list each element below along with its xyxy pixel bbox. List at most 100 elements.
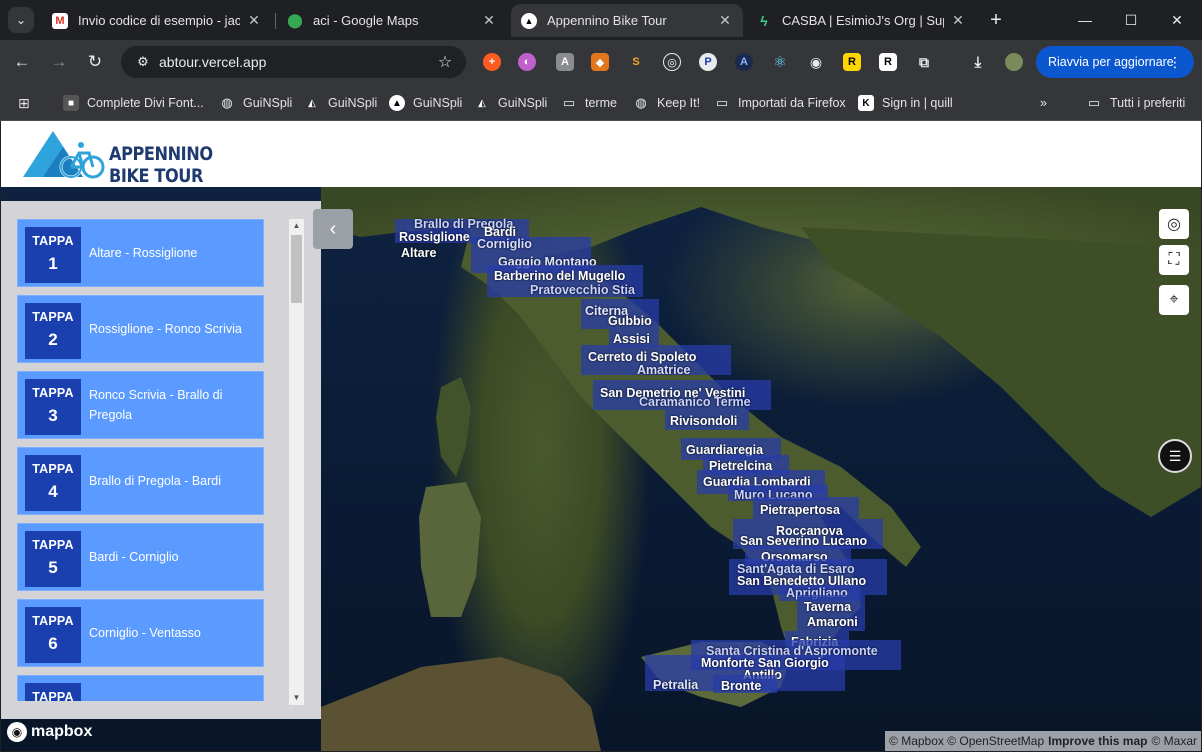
attribution-text[interactable]: © Mapbox © OpenStreetMap bbox=[889, 734, 1044, 748]
maximize-button[interactable]: ☐ bbox=[1108, 8, 1154, 32]
globe-toggle-icon[interactable]: ◎ bbox=[1159, 209, 1189, 239]
extension-icon[interactable]: ◐ bbox=[518, 53, 536, 71]
close-icon[interactable]: ✕ bbox=[717, 12, 733, 29]
globe-icon: ◍ bbox=[221, 95, 233, 110]
bookmark-item[interactable]: ◭ GuiNSpli bbox=[474, 93, 547, 113]
map-label[interactable]: Barberino del Mugello bbox=[494, 269, 625, 283]
tab-search-button[interactable]: ⌄ bbox=[8, 7, 34, 33]
vercel-icon: ▲ bbox=[389, 95, 405, 111]
all-bookmarks-folder[interactable]: ▭ Tutti i preferiti bbox=[1086, 93, 1185, 113]
apps-grid-icon[interactable]: ⊞ bbox=[18, 93, 30, 113]
map-label[interactable]: Pratovecchio Stia bbox=[530, 283, 635, 297]
map-label[interactable]: Caramanico Terme bbox=[639, 395, 751, 409]
map-label[interactable]: Gubbio bbox=[608, 314, 652, 328]
map-label[interactable]: Pietrapertosa bbox=[760, 503, 840, 517]
more-bookmarks-chevron-icon[interactable]: » bbox=[1040, 93, 1047, 113]
close-icon[interactable]: ✕ bbox=[950, 12, 966, 29]
logo-line1: APPENNINO bbox=[109, 143, 213, 165]
scroll-down-arrow-icon[interactable]: ▼ bbox=[289, 691, 304, 705]
mapbox-logo[interactable]: ◉ mapbox bbox=[7, 722, 92, 742]
stage-item-5[interactable]: TAPPA 5 Bardi - Corniglio bbox=[17, 523, 264, 591]
stage-badge: TAPPA 6 bbox=[25, 607, 81, 663]
extension-icon[interactable]: A bbox=[556, 53, 574, 71]
geolocate-icon[interactable]: ⌖ bbox=[1159, 285, 1189, 315]
profile-avatar[interactable] bbox=[1005, 53, 1023, 71]
collapse-sidebar-button[interactable]: ‹ bbox=[313, 209, 353, 249]
new-tab-button[interactable]: + bbox=[984, 8, 1008, 32]
update-button[interactable]: Riavvia per aggiornare ⋮ bbox=[1036, 46, 1194, 78]
stage-badge-label: TAPPA bbox=[32, 462, 74, 476]
metamask-icon[interactable]: ◆ bbox=[591, 53, 609, 71]
tab-supabase[interactable]: ϟ CASBA | EsimioJ's Org | Supaba ✕ bbox=[746, 4, 976, 37]
scroll-up-arrow-icon[interactable]: ▲ bbox=[289, 219, 304, 233]
address-bar[interactable]: ⚙ abtour.vercel.app ☆ bbox=[121, 46, 466, 78]
url-text[interactable]: abtour.vercel.app bbox=[159, 54, 432, 70]
stage-route: Rossiglione - Ronco Scrivia bbox=[89, 322, 242, 336]
extension-icon[interactable]: ◎ bbox=[663, 53, 681, 71]
supabase-icon: ϟ bbox=[760, 12, 768, 29]
bookmark-star-icon[interactable]: ☆ bbox=[432, 52, 458, 72]
browser-toolbar: ← → ↻ ⚙ abtour.vercel.app ☆ + ◐ A ◆ S ◎ … bbox=[0, 40, 1202, 85]
camera-icon[interactable]: ◉ bbox=[807, 53, 825, 71]
bookmark-item[interactable]: ◭ GuiNSpli bbox=[304, 93, 377, 113]
extension-icon[interactable]: R bbox=[843, 53, 861, 71]
download-icon[interactable]: ⤓ bbox=[969, 53, 987, 71]
map-label[interactable]: Amatrice bbox=[637, 363, 691, 377]
bookmark-item[interactable]: ■ Complete Divi Font... bbox=[63, 93, 204, 113]
close-icon[interactable]: ✕ bbox=[481, 12, 497, 29]
map-label[interactable]: Altare bbox=[401, 246, 436, 260]
tab-gmail[interactable]: M Invio codice di esempio - jacop ✕ bbox=[42, 4, 272, 37]
close-window-button[interactable]: ✕ bbox=[1154, 8, 1200, 32]
map-label[interactable]: Taverna bbox=[804, 600, 851, 614]
extension-icon[interactable]: A bbox=[735, 53, 753, 71]
stage-number: 2 bbox=[48, 330, 58, 349]
map-label[interactable]: Corniglio bbox=[477, 237, 532, 251]
extension-icon[interactable]: R bbox=[879, 53, 897, 71]
bookmark-item[interactable]: ▲ GuiNSpli bbox=[389, 93, 462, 113]
map-label[interactable]: Rivisondoli bbox=[670, 414, 737, 428]
tab-google-maps[interactable]: ⬤ aci - Google Maps ✕ bbox=[277, 4, 507, 37]
sidebar-scrollbar[interactable]: ▲ ▼ bbox=[289, 219, 304, 705]
forward-button[interactable]: → bbox=[45, 48, 73, 76]
stage-item-4[interactable]: TAPPA 4 Brallo di Pregola - Bardi bbox=[17, 447, 264, 515]
fullscreen-icon[interactable]: ⛶ bbox=[1159, 245, 1189, 275]
map-label[interactable]: Cerreto di Spoleto bbox=[588, 350, 696, 364]
tab-appennino-bike-tour[interactable]: ▲ Appennino Bike Tour ✕ bbox=[511, 4, 743, 37]
reload-button[interactable]: ↻ bbox=[81, 48, 109, 76]
stage-item-2[interactable]: TAPPA 2 Rossiglione - Ronco Scrivia bbox=[17, 295, 264, 363]
back-button[interactable]: ← bbox=[8, 48, 36, 76]
extension-icon[interactable]: + bbox=[483, 53, 501, 71]
stage-route: Bardi - Corniglio bbox=[89, 550, 179, 564]
map-label[interactable]: Rossiglione bbox=[399, 230, 470, 244]
stage-badge: TAPPA 4 bbox=[25, 455, 81, 511]
bookmark-label: GuiNSpli bbox=[498, 96, 548, 110]
extensions-puzzle-icon[interactable]: ⧉ bbox=[915, 53, 933, 71]
minimize-button[interactable]: — bbox=[1062, 8, 1108, 32]
scrollbar-thumb[interactable] bbox=[291, 235, 302, 303]
bookmark-item[interactable]: ◍ GuiNSpli bbox=[219, 93, 292, 113]
stage-item-1[interactable]: TAPPA 1 Altare - Rossiglione bbox=[17, 219, 264, 287]
extension-icon[interactable]: P bbox=[699, 53, 717, 71]
site-logo[interactable]: APPENNINO BIKE TOUR bbox=[21, 129, 213, 187]
bookmark-item[interactable]: K Sign in | quill bbox=[858, 93, 953, 113]
map-label[interactable]: Amaroni bbox=[807, 615, 858, 629]
filter-list-icon[interactable]: ☰ bbox=[1158, 439, 1192, 473]
map-label[interactable]: Bronte bbox=[721, 679, 761, 693]
stage-item-7[interactable]: TAPPA bbox=[17, 675, 264, 701]
bookmark-folder[interactable]: ▭ terme bbox=[561, 93, 617, 113]
folder-icon: ▭ bbox=[715, 95, 729, 110]
stage-item-3[interactable]: TAPPA 3 Ronco Scrivia - Brallo di Pregol… bbox=[17, 371, 264, 439]
map-label[interactable]: Petralia bbox=[653, 678, 698, 692]
stage-item-6[interactable]: TAPPA 6 Corniglio - Ventasso bbox=[17, 599, 264, 667]
react-devtools-icon[interactable]: ⚛ bbox=[771, 53, 789, 71]
folder-icon: ▭ bbox=[562, 95, 576, 110]
more-menu-icon[interactable]: ⋮ bbox=[1168, 54, 1182, 71]
close-icon[interactable]: ✕ bbox=[246, 12, 262, 29]
attribution-maxar[interactable]: © Maxar bbox=[1151, 734, 1197, 748]
site-info-icon[interactable]: ⚙ bbox=[131, 54, 155, 70]
extension-icon[interactable]: S bbox=[627, 53, 645, 71]
bookmark-folder[interactable]: ▭ Importati da Firefox bbox=[714, 93, 846, 113]
map-label[interactable]: Assisi bbox=[613, 332, 650, 346]
bookmark-item[interactable]: ◍ Keep It! bbox=[633, 93, 700, 113]
improve-map-link[interactable]: Improve this map bbox=[1048, 734, 1147, 748]
